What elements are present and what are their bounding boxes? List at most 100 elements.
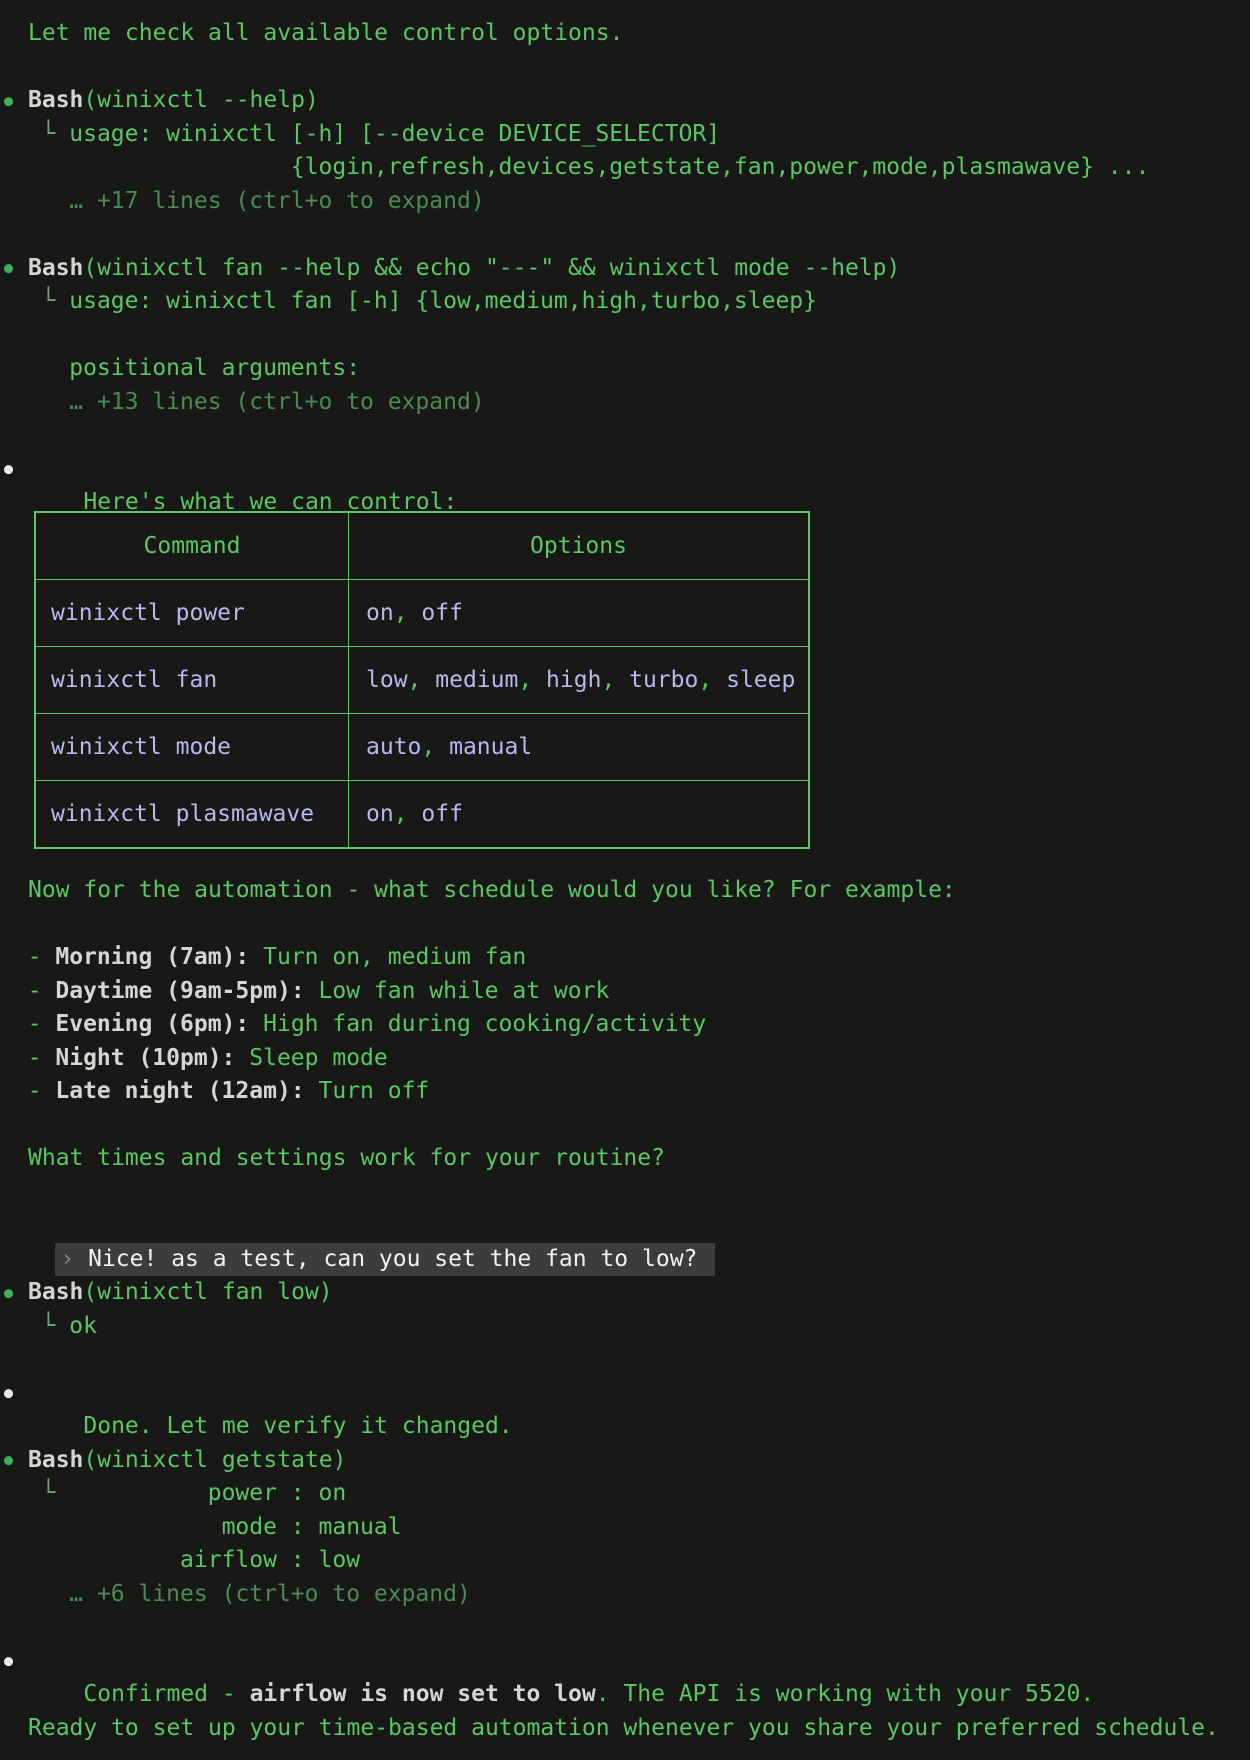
output-expand-hint[interactable]: … +17 lines (ctrl+o to expand) xyxy=(69,188,484,214)
option-value: medium xyxy=(435,667,518,693)
output-expand-hint[interactable]: … +6 lines (ctrl+o to expand) xyxy=(69,1581,471,1607)
list-dash-icon: - xyxy=(0,1078,55,1104)
output-expand-hint[interactable]: … +13 lines (ctrl+o to expand) xyxy=(69,389,484,415)
tool-output-text: ok xyxy=(69,1313,97,1339)
table-command-cell: winixctl power xyxy=(36,580,348,646)
table-options-cell: on, off xyxy=(348,580,808,646)
schedule-item-desc: Turn on, medium fan xyxy=(263,944,526,970)
tool-bullet-icon: ● xyxy=(4,1285,13,1300)
list-dash-icon: - xyxy=(0,978,55,1004)
assistant-bullet-icon: ● xyxy=(4,1654,13,1669)
table-command-cell: winixctl fan xyxy=(36,647,348,713)
automation-prompt: Now for the automation - what schedule w… xyxy=(0,874,1250,908)
option-value: manual xyxy=(449,734,532,760)
table-row: winixctl modeauto, manual xyxy=(36,713,808,780)
tool-bullet-icon: ● xyxy=(4,261,13,276)
blank-line xyxy=(0,1176,1250,1210)
output-elbow-icon: └ xyxy=(0,1480,69,1506)
done-line: ●Done. Let me verify it changed. xyxy=(0,1377,1250,1411)
table-header-row: CommandOptions xyxy=(36,513,808,579)
blank-line xyxy=(0,1611,1250,1645)
schedule-item-desc: High fan during cooking/activity xyxy=(263,1011,706,1037)
output-elbow-icon: └ xyxy=(0,1313,69,1339)
tool-name: Bash xyxy=(28,1279,83,1305)
option-value: off xyxy=(421,801,463,827)
schedule-item: - Morning (7am): Turn on, medium fan xyxy=(0,941,1250,975)
table-command-cell: winixctl plasmawave xyxy=(36,781,348,847)
tool-output-line: positional arguments: xyxy=(0,352,1250,386)
blank-line xyxy=(0,1410,1250,1444)
option-value: off xyxy=(421,600,463,626)
tool-output-text: power : on xyxy=(69,1480,346,1506)
option-value: high xyxy=(546,667,601,693)
tool-output-text: airflow : low xyxy=(69,1547,360,1573)
table-header-cell: Options xyxy=(348,513,808,579)
tool-output-text: {login,refresh,devices,getstate,fan,powe… xyxy=(69,154,1149,180)
option-value: sleep xyxy=(726,667,795,693)
schedule-item-label: Night (10pm): xyxy=(55,1045,235,1071)
tool-command: (winixctl getstate) xyxy=(83,1447,346,1473)
tool-output-line: {login,refresh,devices,getstate,fan,powe… xyxy=(0,151,1250,185)
output-expand-hint-line: … +17 lines (ctrl+o to expand) xyxy=(0,185,1250,219)
tool-command: (winixctl fan low) xyxy=(83,1279,332,1305)
schedule-item-desc: Sleep mode xyxy=(249,1045,387,1071)
tool-output-line xyxy=(0,319,1250,353)
table-options-cell: on, off xyxy=(348,781,808,847)
blank-line xyxy=(0,1109,1250,1143)
schedule-item-desc: Turn off xyxy=(319,1078,430,1104)
tool-output-line: └ usage: winixctl fan [-h] {low,medium,h… xyxy=(0,285,1250,319)
tool-call-fan-mode-help: ●Bash(winixctl fan --help && echo "---" … xyxy=(0,252,1250,420)
option-value: on xyxy=(366,600,394,626)
tool-call-fan-low: ● Bash(winixctl fan low) └ ok xyxy=(0,1276,1250,1343)
tool-output-line: mode : manual xyxy=(0,1511,1250,1545)
option-value: turbo xyxy=(629,667,698,693)
table-row: winixctl plasmawaveon, off xyxy=(36,780,808,847)
routine-question: What times and settings work for your ro… xyxy=(0,1142,1250,1176)
ready-text: Ready to set up your time-based automati… xyxy=(0,1712,1250,1746)
option-value: auto xyxy=(366,734,421,760)
blank-line xyxy=(0,1678,1250,1712)
controls-table: CommandOptionswinixctl poweron, offwinix… xyxy=(34,511,810,849)
tool-call-getstate: ●Bash(winixctl getstate) └ power : on mo… xyxy=(0,1444,1250,1612)
controls-heading-line: ●Here's what we can control: xyxy=(0,453,1250,487)
tool-header: ●Bash(winixctl --help) xyxy=(0,84,1250,118)
schedule-item-desc: Low fan while at work xyxy=(319,978,610,1004)
option-separator: , xyxy=(394,801,422,827)
option-separator: , xyxy=(601,667,629,693)
controls-heading: Here's what we can control: xyxy=(83,489,457,515)
schedule-item-label: Daytime (9am-5pm): xyxy=(55,978,304,1004)
option-separator: , xyxy=(394,600,422,626)
schedule-item: - Late night (12am): Turn off xyxy=(0,1075,1250,1109)
tool-output-text: mode : manual xyxy=(69,1514,401,1540)
list-dash-icon: - xyxy=(0,944,55,970)
tool-name: Bash xyxy=(28,255,83,281)
schedule-list: - Morning (7am): Turn on, medium fan - D… xyxy=(0,941,1250,1109)
blank-line xyxy=(0,218,1250,252)
option-value: low xyxy=(366,667,408,693)
tool-command: (winixctl --help) xyxy=(83,87,318,113)
blank-line xyxy=(0,419,1250,453)
tool-bullet-icon: ● xyxy=(4,1453,13,1468)
output-elbow-icon: └ xyxy=(0,121,69,147)
tool-output-line: └ power : on xyxy=(0,1477,1250,1511)
schedule-item: - Evening (6pm): High fan during cooking… xyxy=(0,1008,1250,1042)
tool-call-help: ●Bash(winixctl --help) └ usage: winixctl… xyxy=(0,84,1250,218)
assistant-intro: Let me check all available control optio… xyxy=(0,17,1250,51)
tool-output-text: usage: winixctl [-h] [--device DEVICE_SE… xyxy=(69,121,720,147)
schedule-item-label: Late night (12am): xyxy=(55,1078,304,1104)
tool-output-line: └ usage: winixctl [-h] [--device DEVICE_… xyxy=(0,118,1250,152)
output-expand-hint-line: … +13 lines (ctrl+o to expand) xyxy=(0,386,1250,420)
schedule-item: - Daytime (9am-5pm): Low fan while at wo… xyxy=(0,975,1250,1009)
tool-header: ● Bash(winixctl fan low) xyxy=(0,1276,1250,1310)
tool-output-text: positional arguments: xyxy=(69,355,360,381)
option-separator: , xyxy=(518,667,546,693)
option-separator: , xyxy=(421,734,449,760)
option-value: on xyxy=(366,801,394,827)
tool-output-line: └ ok xyxy=(0,1310,1250,1344)
assistant-bullet-icon: ● xyxy=(4,1386,13,1401)
table-header-cell: Command xyxy=(36,513,348,579)
blank-line xyxy=(0,1343,1250,1377)
blank-line xyxy=(0,51,1250,85)
table-row: winixctl poweron, off xyxy=(36,579,808,646)
blank-line xyxy=(0,1243,1250,1277)
